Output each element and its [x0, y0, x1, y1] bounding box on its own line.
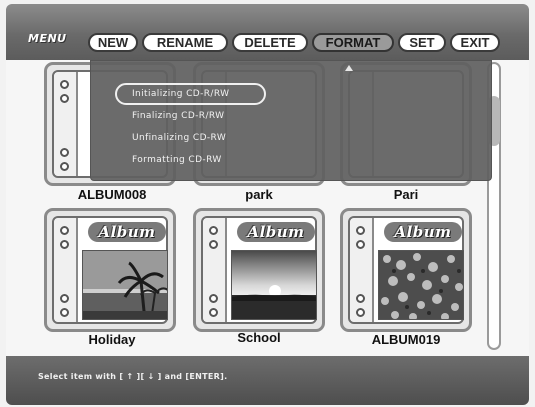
- sunset-photo: [231, 250, 317, 320]
- album-tag: Album: [384, 222, 462, 242]
- album-tile-album019[interactable]: Album: [340, 208, 472, 332]
- album-spine: [54, 72, 78, 176]
- album-tag: Album: [237, 222, 315, 242]
- ring-icon: [60, 226, 69, 235]
- set-button[interactable]: SET: [398, 33, 446, 52]
- status-hint: Select item with [ ↑ ][ ↓ ] and [ENTER].: [38, 372, 228, 381]
- ring-icon: [60, 308, 69, 317]
- ring-icon: [60, 162, 69, 171]
- ring-icon: [60, 240, 69, 249]
- ring-icon: [209, 240, 218, 249]
- beach-palm-photo: [82, 250, 168, 320]
- exit-button[interactable]: EXIT: [450, 33, 500, 52]
- album-name: ALBUM019: [371, 332, 441, 347]
- caret-up-icon: [345, 65, 353, 71]
- album-name: Pari: [393, 187, 419, 202]
- album-tag: Album: [88, 222, 166, 242]
- album-name: Holiday: [88, 332, 136, 347]
- ring-icon: [356, 308, 365, 317]
- menu-item-finalize[interactable]: Finalizing CD-R/RW: [132, 108, 224, 124]
- new-button[interactable]: NEW: [88, 33, 138, 52]
- ring-icon: [209, 294, 218, 303]
- ring-icon: [60, 94, 69, 103]
- album-spine: [203, 218, 227, 322]
- album-spine: [54, 218, 78, 322]
- ring-icon: [60, 80, 69, 89]
- menu-item-format[interactable]: Formatting CD-RW: [132, 152, 222, 168]
- ring-icon: [60, 294, 69, 303]
- album-name: ALBUM008: [77, 187, 147, 202]
- rename-button[interactable]: RENAME: [142, 33, 228, 52]
- album-manager-screen: MENU NEW RENAME DELETE FORMAT SET EXIT A…: [0, 0, 535, 407]
- album-name: park: [245, 187, 273, 202]
- menu-item-unfinalize[interactable]: Unfinalizing CD-RW: [132, 130, 226, 146]
- flowers-photo: [378, 250, 464, 320]
- menu-item-initialize[interactable]: Initializing CD-R/RW: [132, 86, 229, 102]
- album-spine: [350, 218, 374, 322]
- delete-button[interactable]: DELETE: [232, 33, 308, 52]
- ring-icon: [356, 240, 365, 249]
- album-name: School: [237, 330, 281, 345]
- ring-icon: [60, 148, 69, 157]
- ring-icon: [356, 226, 365, 235]
- album-tile-holiday[interactable]: Album: [44, 208, 176, 332]
- format-button[interactable]: FORMAT: [312, 33, 394, 52]
- ring-icon: [209, 226, 218, 235]
- album-tile-school[interactable]: Album: [193, 208, 325, 332]
- ring-icon: [356, 294, 365, 303]
- ring-icon: [209, 308, 218, 317]
- menu-label: MENU: [28, 32, 67, 45]
